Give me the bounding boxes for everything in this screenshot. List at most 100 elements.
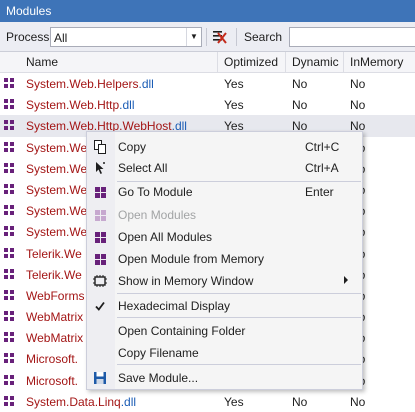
module-name-cell: System.We	[26, 204, 87, 218]
menu-item-open-containing-folder[interactable]: Open Containing Folder	[87, 319, 362, 341]
search-input[interactable]	[289, 27, 415, 47]
submenu-arrow-icon	[344, 276, 348, 284]
module-icon	[4, 353, 14, 364]
module-name: WebMatrix	[26, 310, 84, 325]
menu-item-copy[interactable]: Copy Ctrl+C	[87, 135, 362, 157]
module-name-cell: WebForms	[26, 289, 84, 303]
menu-item-label: Open Module from Memory	[118, 252, 265, 266]
menu-item-label: Copy Filename	[118, 346, 199, 360]
module-icon	[4, 374, 14, 385]
module-name-cell: WebMatrix	[26, 331, 83, 345]
optimized-cell: Yes	[224, 98, 244, 113]
menu-item-label: Copy	[118, 140, 147, 154]
menu-item-label: Go To Module	[118, 185, 193, 199]
menu-item-label: Open Modules	[118, 208, 197, 222]
module-name-cell: System.Web.Helpers.dll	[26, 77, 154, 91]
module-extension: .dll	[138, 77, 154, 91]
module-name-cell: Microsoft.	[26, 352, 78, 366]
clear-filter-icon	[213, 31, 227, 44]
table-header: Name Optimized Dynamic InMemory	[0, 52, 415, 73]
module-extension: .dll	[119, 98, 135, 113]
menu-separator	[117, 317, 361, 318]
process-label: Process	[6, 30, 50, 44]
module-icon	[4, 247, 14, 258]
module-icon	[4, 183, 14, 194]
module-icon	[93, 230, 107, 244]
inmemory-cell: No	[350, 98, 366, 113]
module-name-cell: Microsoft.	[26, 374, 78, 388]
module-name-cell: Telerik.We	[26, 247, 82, 261]
module-icon	[93, 208, 107, 222]
module-name-cell: System.We	[26, 162, 87, 176]
module-icon	[4, 78, 14, 88]
menu-item-shortcut: Ctrl+C	[305, 140, 340, 154]
module-icon	[4, 141, 14, 152]
module-icon	[93, 185, 107, 199]
menu-item-open-all-modules[interactable]: Open All Modules	[87, 225, 362, 247]
table-row[interactable]: System.Data.Linq.dll Yes No No	[0, 391, 415, 412]
menu-item-hexadecimal-display[interactable]: Hexadecimal Display	[87, 294, 362, 316]
menu-item-shortcut: Enter	[305, 185, 334, 199]
menu-item-open-module-from-memory[interactable]: Open Module from Memory	[87, 247, 362, 269]
save-icon	[93, 371, 107, 385]
checkmark-icon	[93, 299, 107, 313]
menu-item-open-modules[interactable]: Open Modules	[87, 203, 362, 225]
module-name-cell: System.We	[26, 183, 87, 197]
inmemory-cell: No	[350, 77, 366, 91]
process-dropdown[interactable]: All ▼	[50, 27, 202, 47]
module-icon	[4, 162, 14, 173]
memory-window-icon	[93, 274, 107, 288]
module-name: System.We	[26, 204, 88, 219]
column-header-inmemory[interactable]: InMemory	[344, 52, 415, 73]
table-row[interactable]: System.Web.Http.dll Yes No No	[0, 94, 415, 115]
module-name: Microsoft.	[26, 352, 79, 367]
copy-icon	[93, 140, 107, 154]
module-icon	[4, 120, 14, 131]
column-header-dynamic[interactable]: Dynamic	[286, 52, 344, 73]
module-icon	[4, 99, 14, 110]
dynamic-cell: No	[292, 98, 308, 113]
menu-item-go-to-module[interactable]: Go To Module Enter	[87, 180, 362, 202]
toolbar-separator	[206, 28, 207, 46]
clear-filter-button[interactable]	[210, 28, 228, 46]
column-header-name[interactable]: Name	[20, 52, 218, 73]
menu-item-label: Select All	[118, 161, 168, 175]
module-icon	[4, 226, 14, 237]
module-icon	[4, 289, 14, 300]
module-icon	[4, 268, 14, 279]
module-name: System.We	[26, 182, 88, 197]
module-name-cell: System.Web.Http.dll	[26, 98, 134, 112]
module-name: Telerik.We	[26, 267, 82, 282]
dynamic-cell: No	[292, 77, 308, 91]
module-name: WebForms	[26, 288, 85, 303]
menu-item-select-all[interactable]: Select All Ctrl+A	[87, 156, 362, 178]
table-row[interactable]: System.Web.Helpers.dll Yes No No	[0, 73, 415, 94]
module-icon	[93, 252, 107, 266]
menu-item-label: Show in Memory Window	[118, 274, 254, 288]
menu-separator	[117, 364, 361, 365]
module-icon	[4, 332, 14, 343]
optimized-cell: Yes	[224, 77, 244, 91]
toolbar-separator	[236, 28, 237, 46]
module-name-cell: System.We	[26, 225, 87, 239]
module-name: System.Web.Helpers	[26, 77, 139, 91]
module-name-cell: Telerik.We	[26, 268, 82, 282]
module-name-cell: WebMatrix	[26, 310, 83, 324]
module-icon	[4, 311, 14, 322]
menu-item-show-in-memory-window[interactable]: Show in Memory Window	[87, 269, 362, 291]
menu-item-shortcut: Ctrl+A	[305, 161, 339, 175]
window-title: Modules	[0, 0, 415, 22]
module-icon	[4, 205, 14, 216]
module-name: System.We	[26, 161, 88, 176]
module-name-cell: System.We	[26, 141, 87, 155]
menu-item-save-module[interactable]: Save Module...	[87, 366, 362, 388]
menu-item-copy-filename[interactable]: Copy Filename	[87, 341, 362, 363]
column-header-optimized[interactable]: Optimized	[218, 52, 286, 73]
module-name: WebMatrix	[26, 331, 84, 346]
chevron-down-icon[interactable]: ▼	[186, 28, 201, 46]
menu-item-label: Open Containing Folder	[118, 324, 246, 338]
select-all-icon	[93, 161, 107, 175]
context-menu: Copy Ctrl+C Select All Ctrl+A Go To Modu…	[86, 131, 363, 390]
module-name: System.We	[26, 140, 88, 155]
module-name: Telerik.We	[26, 246, 82, 261]
